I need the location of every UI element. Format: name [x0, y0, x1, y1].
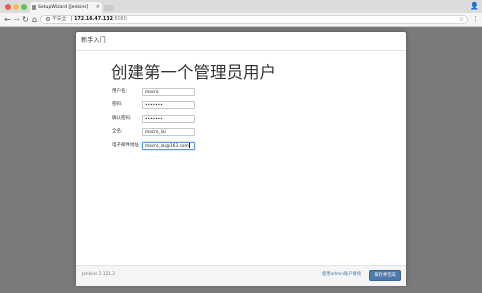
fullname-label: 全名: — [112, 129, 123, 134]
save-and-finish-button[interactable]: 保存并完成 — [369, 270, 401, 281]
address-bar[interactable]: 不安全 | 172.16.47.132:8080 ☆ — [40, 15, 468, 24]
window-zoom-button[interactable] — [21, 4, 27, 10]
dialog-title: 新手入门 — [81, 37, 106, 44]
tab-title: SetupWizard [Jenkins] — [38, 5, 89, 10]
browser-menu-icon[interactable]: ⋮ — [472, 14, 479, 25]
email-value: macro_lai@163.com — [145, 144, 189, 149]
email-field[interactable]: macro_lai@163.com — [142, 142, 195, 150]
password-field[interactable]: ••••••• — [142, 101, 195, 109]
bookmark-star-icon[interactable]: ☆ — [459, 16, 464, 24]
dialog-footer: Jenkins 2.121.2 使用admin账户继续 保存并完成 — [76, 265, 406, 286]
username-label: 用户名: — [112, 89, 128, 94]
info-icon[interactable] — [46, 16, 50, 21]
continue-as-admin-button[interactable]: 使用admin账户继续 — [322, 272, 361, 278]
home-icon[interactable]: ⌂ — [30, 14, 39, 25]
confirm-password-field[interactable]: ••••••• — [142, 115, 195, 123]
security-label: 不安全 — [52, 17, 67, 22]
url-host: 172.16.47.132 — [74, 17, 113, 22]
forward-icon[interactable]: → — [12, 14, 21, 25]
url-port: :8080 — [112, 17, 127, 22]
setup-wizard-dialog: 新手入门 创建第一个管理员用户 用户名: macro 密码: ••••••• 确… — [76, 32, 406, 286]
text-cursor — [188, 143, 190, 148]
browser-titlebar: SetupWizard [Jenkins] × 👤 — [0, 0, 482, 13]
reload-icon[interactable]: ↻ — [21, 14, 30, 25]
window-close-button[interactable] — [5, 4, 11, 10]
new-tab-button[interactable] — [104, 5, 114, 11]
tab-close-icon[interactable]: × — [96, 2, 100, 13]
back-icon[interactable]: ← — [3, 14, 12, 25]
username-field[interactable]: macro — [142, 88, 195, 96]
jenkins-version: Jenkins 2.121.2 — [82, 272, 116, 277]
dialog-header: 新手入门 — [76, 32, 406, 51]
page-title: 创建第一个管理员用户 — [111, 63, 276, 82]
profile-icon[interactable]: 👤 — [470, 2, 479, 10]
window-minimize-button[interactable] — [13, 4, 19, 10]
password-label: 密码: — [112, 102, 123, 107]
browser-tab[interactable]: SetupWizard [Jenkins] × — [30, 2, 102, 13]
email-label: 电子邮件地址: — [112, 143, 141, 148]
browser-toolbar: ← → ↻ ⌂ 不安全 | 172.16.47.132:8080 ☆ ⋮ — [0, 13, 482, 27]
jenkins-favicon-icon — [32, 5, 36, 10]
fullname-field[interactable]: macro_lai — [142, 128, 195, 136]
confirm-password-label: 确认密码: — [112, 116, 132, 121]
